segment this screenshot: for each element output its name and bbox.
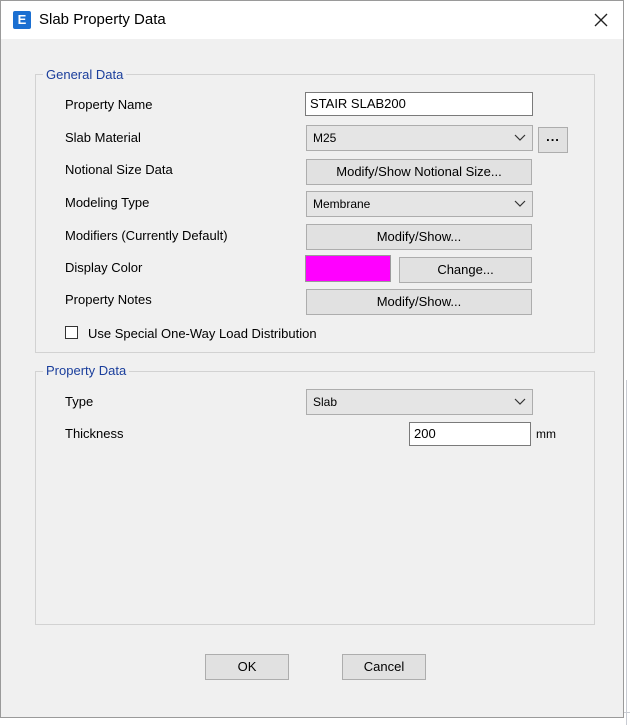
slab-property-dialog: E Slab Property Data General Data Proper… <box>0 0 624 718</box>
background-line <box>626 380 627 725</box>
property-notes-label: Property Notes <box>65 292 152 307</box>
chevron-down-icon <box>514 134 526 141</box>
thickness-unit: mm <box>536 427 556 441</box>
chevron-down-icon <box>514 200 526 207</box>
property-data-title: Property Data <box>43 363 130 378</box>
modify-notional-size-button[interactable]: Modify/Show Notional Size... <box>306 159 532 185</box>
slab-material-select[interactable]: M25 <box>306 125 533 151</box>
general-data-title: General Data <box>43 67 127 82</box>
ok-button[interactable]: OK <box>205 654 289 680</box>
close-icon <box>594 13 608 27</box>
notional-size-label: Notional Size Data <box>65 162 173 177</box>
display-color-label: Display Color <box>65 260 143 275</box>
title-bar: E Slab Property Data <box>1 1 623 39</box>
modify-notes-button[interactable]: Modify/Show... <box>306 289 532 315</box>
modeling-type-value: Membrane <box>313 197 371 211</box>
type-label: Type <box>65 394 94 409</box>
type-value: Slab <box>313 395 338 409</box>
close-button[interactable] <box>587 7 615 33</box>
cancel-button[interactable]: Cancel <box>342 654 426 680</box>
material-more-button[interactable]: ... <box>538 127 568 153</box>
slab-material-value: M25 <box>313 131 337 145</box>
slab-material-label: Slab Material <box>65 130 141 145</box>
display-color-swatch[interactable] <box>305 255 391 282</box>
type-select[interactable]: Slab <box>306 389 533 415</box>
change-color-button[interactable]: Change... <box>399 257 532 283</box>
modeling-type-label: Modeling Type <box>65 195 150 210</box>
chevron-down-icon <box>514 398 526 405</box>
property-name-input[interactable]: STAIR SLAB200 <box>305 92 533 116</box>
one-way-load-checkbox[interactable] <box>65 326 78 339</box>
modeling-type-select[interactable]: Membrane <box>306 191 533 217</box>
etabs-app-icon: E <box>13 11 31 29</box>
modify-modifiers-button[interactable]: Modify/Show... <box>306 224 532 250</box>
thickness-label: Thickness <box>65 426 124 441</box>
thickness-input[interactable]: 200 <box>409 422 531 446</box>
dialog-title: Slab Property Data <box>39 11 166 28</box>
modifiers-label: Modifiers (Currently Default) <box>65 228 228 243</box>
one-way-load-label: Use Special One-Way Load Distribution <box>88 326 317 341</box>
property-name-label: Property Name <box>65 97 153 112</box>
